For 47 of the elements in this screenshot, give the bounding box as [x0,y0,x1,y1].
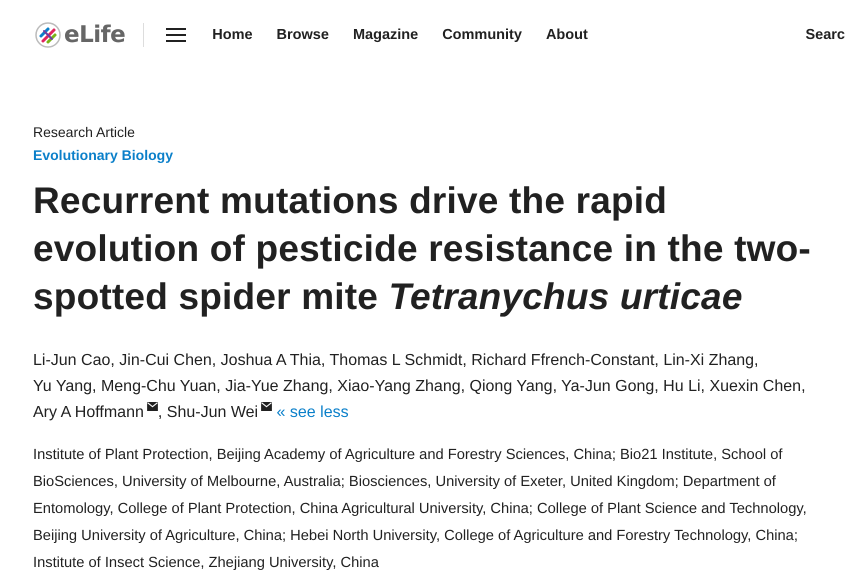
subject-link[interactable]: Evolutionary Biology [33,147,174,163]
author-separator: , [216,378,221,395]
author-separator: , [212,352,216,369]
author-name[interactable]: Li-Jun Cao [33,352,110,369]
author-separator: , [110,352,115,369]
author-separator: , [328,378,333,395]
article-type: Research Article [33,123,136,141]
nav-link[interactable]: Community [430,27,534,43]
author-name[interactable]: Lin-Xi Zhang [663,352,754,369]
author-name[interactable]: Jia-Yue Zhang [225,378,328,395]
see-less-link[interactable]: « see less [276,404,349,421]
affiliations-text: Institute of Plant Protection, Beijing Academy of Agriculture and Forestry Sciences, China; Bio21 Institute, School of BioSciences, University of Melbourne, Australia; Biosciences, University of Exeter, United Kingdom; Department of Entomology, College of Plant Protection, China Agricultural University, China; College of Plant Science and Technology, Beijing University of Agriculture, China; Hebei North University, College of Agriculture and Forestry Technology, China; Institute of Insect Science, Zhejiang University, China [33,446,808,573]
author-separator: , [754,352,758,369]
envelope-icon[interactable] [146,402,158,411]
author-separator: , [801,378,806,395]
menu-icon[interactable] [166,27,186,43]
author-separator: , [700,378,705,395]
nav-link[interactable]: About [534,27,600,43]
author-name[interactable]: Meng-Chu Yuan [100,378,216,395]
author-name[interactable]: Thomas L Schmidt [330,352,462,369]
author-separator: , [552,378,558,395]
author-separator: , [654,352,659,369]
author-separator: , [462,352,467,369]
nav-link[interactable]: Home [200,27,265,43]
author-name[interactable]: Ary A Hoffmann [33,404,158,421]
author-separator: , [158,404,162,421]
article-title: Recurrent mutations drive the rapid evolution of pesticide resistance in the two-spotted spider mite Tetranychus urticae [33,179,812,319]
search-link[interactable]: Searc [805,27,845,43]
author-name[interactable]: Hu Li [663,378,701,395]
author-separator: , [320,352,326,369]
author-name[interactable]: Yu Yang [33,378,92,395]
author-name[interactable]: Jin-Cui Chen [119,352,212,369]
author-name[interactable]: Qiong Yang [470,378,553,395]
author-name[interactable]: Ya-Jun Gong [561,378,654,395]
site-logo[interactable]: eLife [64,22,126,48]
author-separator: , [460,378,466,395]
nav-link[interactable]: Browse [264,27,341,43]
envelope-icon[interactable] [261,402,272,411]
author-name[interactable]: Xuexin Chen [709,378,802,395]
logo-icon [35,22,61,48]
author-name[interactable]: Shu-Jun Wei [166,404,272,421]
nav-link[interactable]: Magazine [340,27,430,43]
author-name[interactable]: Joshua A Thia [220,352,321,369]
author-name[interactable]: Richard Ffrench-Constant [471,352,654,369]
author-separator: , [92,378,96,395]
author-name[interactable]: Xiao-Yang Zhang [337,378,461,395]
author-separator: , [654,378,659,395]
